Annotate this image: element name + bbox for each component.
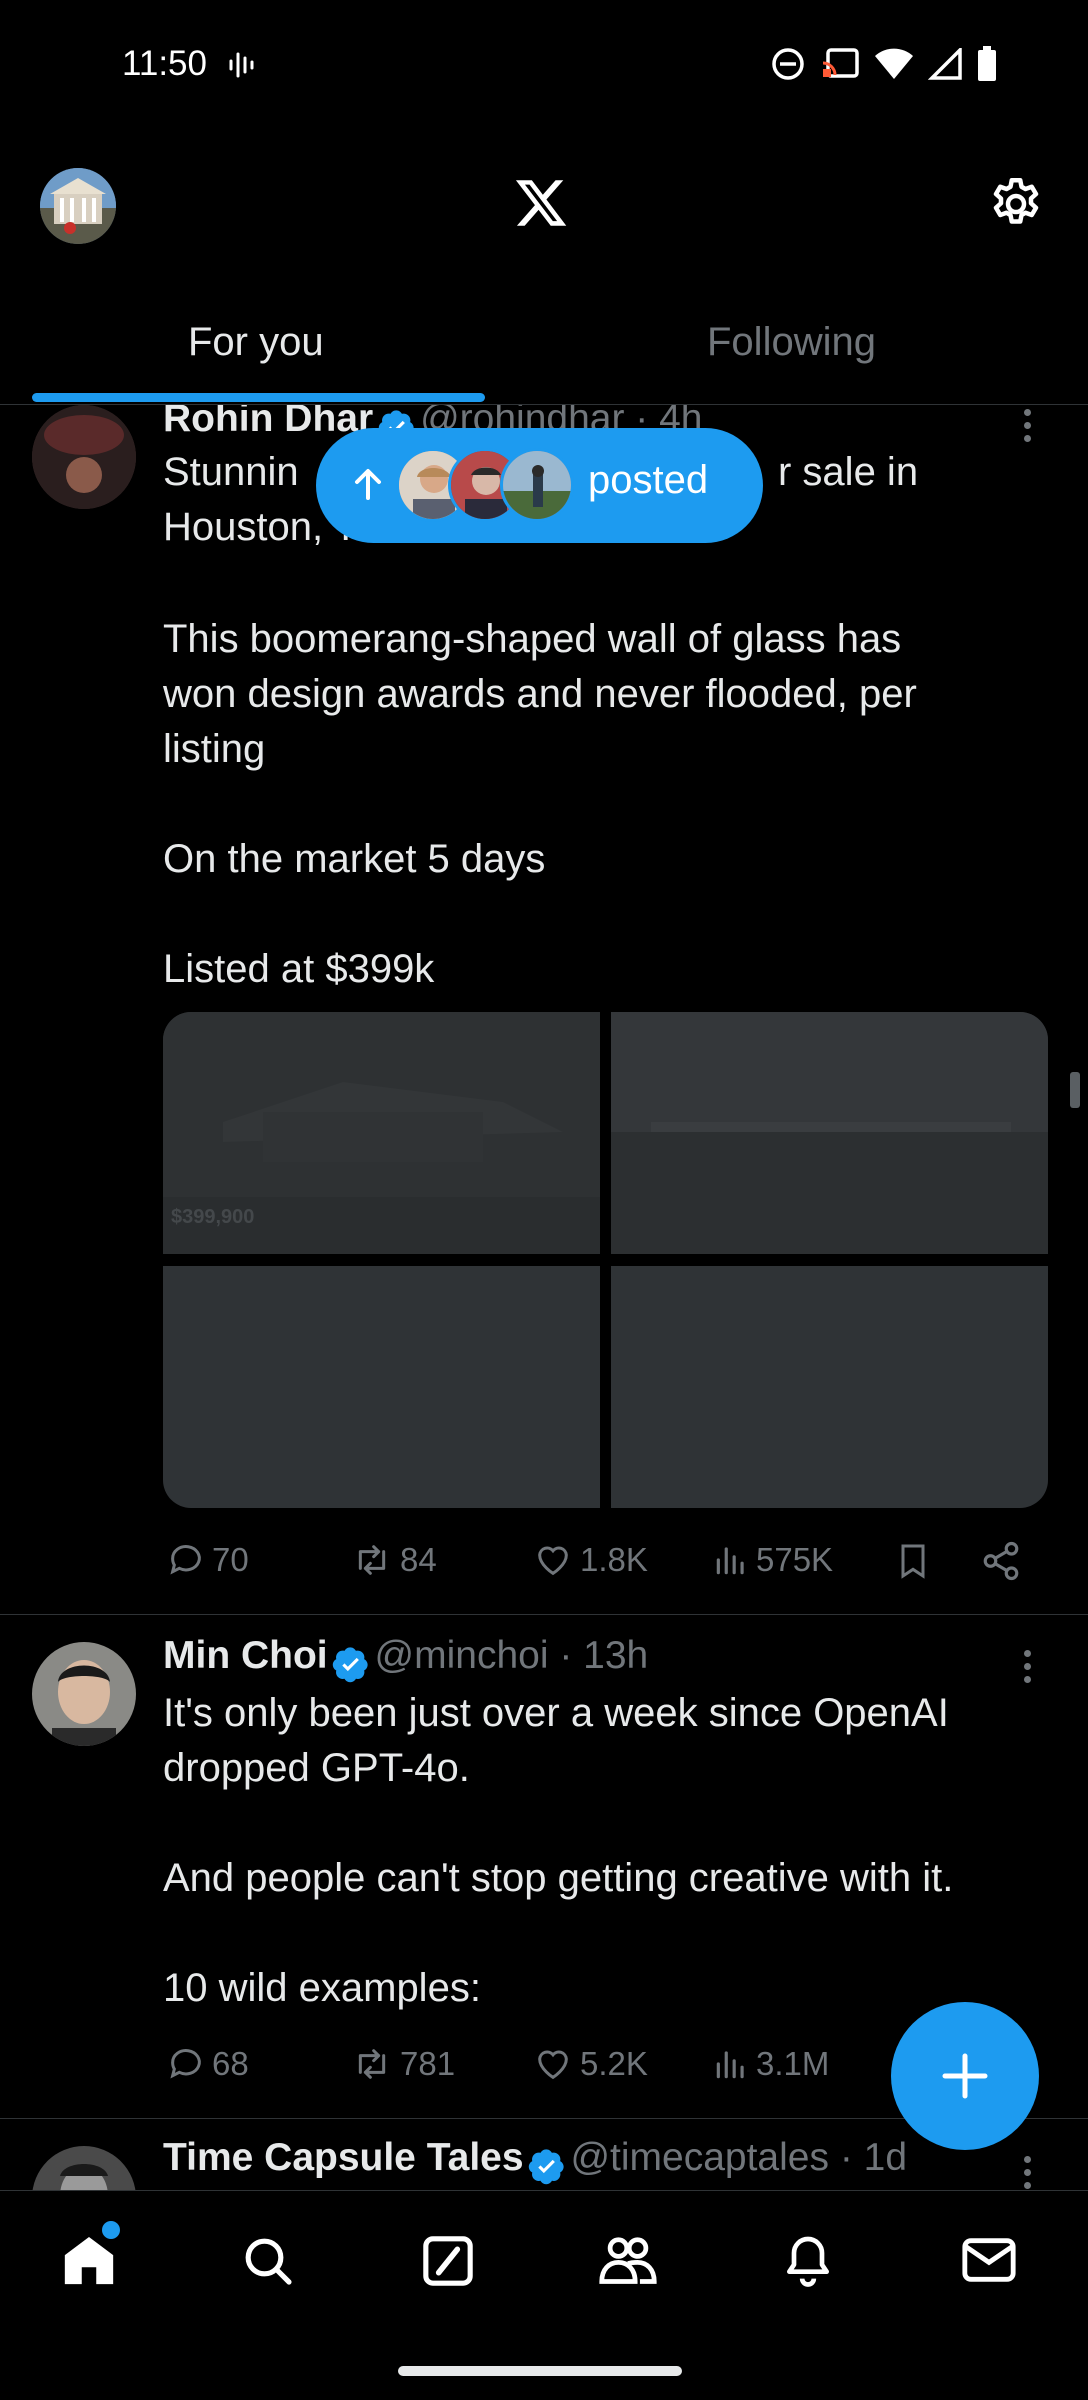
media-photo[interactable] bbox=[163, 1266, 600, 1508]
battery-icon bbox=[978, 46, 996, 81]
grok-icon[interactable] bbox=[420, 2233, 476, 2294]
heart-icon bbox=[538, 2050, 568, 2080]
status-icons bbox=[770, 46, 998, 82]
settings-gear-icon[interactable] bbox=[986, 174, 1046, 239]
more-options-icon[interactable] bbox=[1024, 1650, 1032, 1683]
search-icon[interactable] bbox=[240, 2233, 296, 2294]
scrollbar-thumb[interactable] bbox=[1070, 1072, 1080, 1108]
pill-avatar bbox=[500, 448, 574, 522]
reply-count: 68 bbox=[212, 2045, 249, 2082]
share-icon[interactable] bbox=[980, 1540, 1022, 1587]
profile-avatar[interactable] bbox=[40, 168, 116, 244]
media-grid: $399,900 bbox=[163, 1012, 1048, 1508]
tab-active-indicator bbox=[32, 393, 485, 402]
posted-label: posted bbox=[588, 458, 709, 502]
home-icon[interactable] bbox=[60, 2221, 120, 2294]
repost-count: 84 bbox=[400, 1541, 437, 1578]
communities-icon[interactable] bbox=[597, 2231, 659, 2294]
heart-icon bbox=[538, 1546, 568, 1576]
wifi-icon bbox=[875, 48, 913, 79]
voice-activity-icon bbox=[228, 50, 258, 85]
author-handle[interactable]: @timecaptales · 1d bbox=[570, 2136, 907, 2179]
author-name[interactable]: Rohin Dhar bbox=[163, 405, 373, 440]
more-options-icon[interactable] bbox=[1024, 2156, 1032, 2189]
new-posts-pill[interactable]: posted bbox=[316, 428, 763, 543]
feed-tabs: For you Following bbox=[0, 300, 1088, 405]
views-button[interactable]: 575K bbox=[712, 1540, 833, 1580]
repost-count: 781 bbox=[400, 2045, 456, 2082]
cast-icon bbox=[822, 48, 859, 78]
reply-icon bbox=[170, 1545, 201, 1575]
media-price-text: $399,900 bbox=[171, 1206, 255, 1228]
like-count: 5.2K bbox=[580, 2045, 648, 2082]
media-photo[interactable]: $399,900 bbox=[163, 1012, 600, 1254]
reply-icon bbox=[170, 2049, 201, 2079]
status-time: 11:50 bbox=[122, 44, 207, 83]
views-button[interactable]: 3.1M bbox=[712, 2044, 829, 2084]
plus-icon bbox=[942, 2053, 988, 2099]
author-name[interactable]: Min Choi bbox=[163, 1634, 328, 1677]
gesture-home-indicator[interactable] bbox=[398, 2366, 682, 2376]
tweet-text: It's only been just over a week since Op… bbox=[163, 1691, 954, 2010]
tweet-text: This boomerang-shaped wall of glass has … bbox=[163, 617, 917, 991]
like-button[interactable]: 5.2K bbox=[532, 2044, 648, 2084]
tweet-divider bbox=[0, 1614, 1088, 1615]
top-bar bbox=[0, 150, 1088, 260]
repost-button[interactable]: 781 bbox=[350, 2044, 455, 2084]
notifications-bell-icon[interactable] bbox=[780, 2231, 836, 2294]
views-chart-icon bbox=[716, 2051, 744, 2079]
signal-icon bbox=[928, 48, 962, 80]
like-button[interactable]: 1.8K bbox=[532, 1540, 648, 1580]
dnd-icon bbox=[772, 48, 804, 80]
status-bar: 11:50 bbox=[0, 0, 1088, 135]
bookmark-icon[interactable] bbox=[893, 1539, 933, 1588]
media-photo[interactable] bbox=[611, 1012, 1048, 1254]
verified-badge-icon bbox=[528, 2149, 564, 2184]
avatar[interactable] bbox=[32, 1642, 136, 1746]
x-logo-icon[interactable] bbox=[512, 175, 570, 236]
repost-icon bbox=[358, 2049, 386, 2079]
author-name[interactable]: Time Capsule Tales bbox=[163, 2136, 524, 2179]
author-handle[interactable]: @minchoi · 13h bbox=[375, 1634, 649, 1677]
messages-envelope-icon[interactable] bbox=[960, 2233, 1018, 2292]
repost-icon bbox=[358, 1545, 386, 1575]
like-count: 1.8K bbox=[580, 1541, 648, 1578]
avatar[interactable] bbox=[32, 2146, 136, 2190]
tweet-text-fragment: Stunnin bbox=[163, 450, 299, 494]
media-photo[interactable] bbox=[611, 1266, 1048, 1508]
compose-post-button[interactable] bbox=[891, 2002, 1039, 2150]
arrow-up-icon bbox=[354, 468, 382, 505]
views-chart-icon bbox=[716, 1547, 744, 1575]
verified-badge-icon bbox=[332, 1647, 368, 1682]
tweet-text-fragment: r sale in bbox=[778, 450, 919, 494]
reply-button[interactable]: 70 bbox=[166, 1540, 249, 1580]
repost-button[interactable]: 84 bbox=[350, 1540, 437, 1580]
views-count: 575K bbox=[756, 1541, 834, 1578]
views-count: 3.1M bbox=[756, 2045, 830, 2082]
tab-for-you[interactable]: For you bbox=[188, 320, 324, 365]
bottom-navigation bbox=[0, 2190, 1088, 2335]
notification-dot bbox=[102, 2221, 120, 2239]
reply-button[interactable]: 68 bbox=[166, 2044, 249, 2084]
more-options-icon[interactable] bbox=[1024, 409, 1032, 442]
avatar[interactable] bbox=[32, 405, 136, 509]
tab-following[interactable]: Following bbox=[707, 320, 876, 365]
reply-count: 70 bbox=[212, 1541, 249, 1578]
